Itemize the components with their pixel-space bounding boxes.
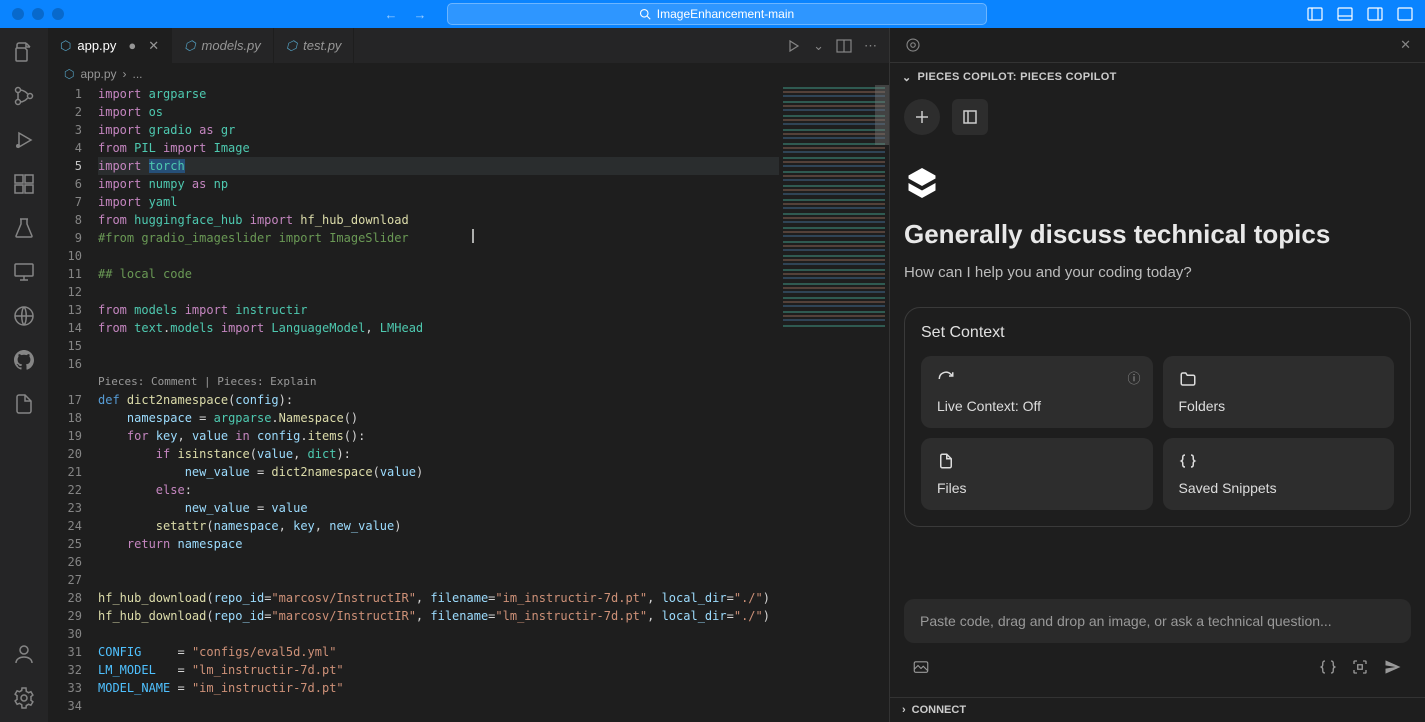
set-context-card: Set Context ⓘ Live Context: Off Folders … (904, 307, 1411, 527)
folder-icon (1179, 370, 1197, 388)
copilot-panel: ✕ ⌄ PIECES COPILOT: PIECES COPILOT Gener… (889, 28, 1425, 722)
context-title: Set Context (921, 324, 1394, 342)
editor-tabs: ⬡ app.py ● ✕ ⬡ models.py ⬡ test.py ⌄ ⋯ (48, 28, 889, 63)
tile-label: Saved Snippets (1179, 480, 1379, 496)
folders-tile[interactable]: Folders (1163, 356, 1395, 428)
chat-image-icon[interactable] (912, 658, 930, 676)
text-cursor-icon (472, 229, 474, 243)
run-button-icon[interactable] (785, 38, 801, 54)
tab-label: test.py (303, 38, 341, 53)
panel-icon (962, 109, 978, 125)
search-icon (639, 8, 651, 20)
input-placeholder: Paste code, drag and drop an image, or a… (920, 613, 1332, 629)
python-file-icon: ⬡ (60, 38, 71, 54)
pieces-tab-icon[interactable] (904, 36, 922, 54)
code-brackets-icon[interactable] (1319, 658, 1337, 676)
nav-back-button[interactable]: ← (385, 7, 398, 22)
info-icon[interactable]: ⓘ (1127, 368, 1140, 387)
command-center-search[interactable]: ImageEnhancement-main (447, 3, 987, 25)
files-tile[interactable]: Files (921, 438, 1153, 510)
breadcrumb[interactable]: ⬡ app.py › ... (48, 63, 889, 85)
split-editor-icon[interactable] (836, 38, 852, 54)
nav-forward-button[interactable]: → (414, 7, 427, 22)
chevron-right-icon: › (902, 704, 906, 716)
accounts-icon[interactable] (12, 642, 36, 666)
tab-app-py[interactable]: ⬡ app.py ● ✕ (48, 28, 172, 63)
search-text: ImageEnhancement-main (657, 7, 794, 21)
section-title: PIECES COPILOT: PIECES COPILOT (918, 71, 1117, 83)
run-debug-icon[interactable] (12, 128, 36, 152)
settings-gear-icon[interactable] (12, 686, 36, 710)
python-file-icon: ⬡ (64, 67, 74, 81)
tab-label: app.py (77, 38, 116, 53)
code-content[interactable]: import argparseimport osimport gradio as… (98, 85, 779, 722)
chevron-down-icon: ⌄ (902, 71, 912, 84)
close-window-button[interactable] (12, 8, 24, 20)
layout-primary-sidebar-icon[interactable] (1307, 6, 1323, 22)
panel-layout-button[interactable] (952, 99, 988, 135)
pieces-logo-icon (904, 165, 1411, 201)
copilot-heading: Generally discuss technical topics (904, 219, 1411, 250)
tile-label: Live Context: Off (937, 398, 1137, 414)
source-control-icon[interactable] (12, 84, 36, 108)
customize-layout-icon[interactable] (1397, 6, 1413, 22)
snippets-tile[interactable]: Saved Snippets (1163, 438, 1395, 510)
layout-panel-icon[interactable] (1337, 6, 1353, 22)
extensions-icon[interactable] (12, 172, 36, 196)
refresh-icon (937, 370, 955, 388)
window-controls (12, 8, 64, 20)
python-file-icon: ⬡ (184, 38, 195, 54)
editor-area: ⬡ app.py ● ✕ ⬡ models.py ⬡ test.py ⌄ ⋯ ⬡ (48, 28, 889, 722)
copilot-input[interactable]: Paste code, drag and drop an image, or a… (904, 599, 1411, 643)
breadcrumb-separator: › (123, 67, 127, 81)
tile-label: Files (937, 480, 1137, 496)
file-icon (937, 452, 955, 470)
code-editor[interactable]: 1234567891011121314151617181920212223242… (48, 85, 889, 722)
copilot-section-header[interactable]: ⌄ PIECES COPILOT: PIECES COPILOT (890, 63, 1425, 91)
breadcrumb-file: app.py (80, 67, 116, 81)
copilot-subheading: How can I help you and your coding today… (904, 264, 1411, 281)
connect-label: CONNECT (912, 704, 966, 716)
github-icon[interactable] (12, 348, 36, 372)
scan-icon[interactable] (1351, 658, 1369, 676)
layout-secondary-sidebar-icon[interactable] (1367, 6, 1383, 22)
activity-bar (0, 28, 48, 722)
send-button-icon[interactable] (1383, 657, 1403, 677)
close-panel-icon[interactable]: ✕ (1400, 37, 1411, 53)
files-activity-icon[interactable] (12, 392, 36, 416)
title-bar: ← → ImageEnhancement-main (0, 0, 1425, 28)
live-context-tile[interactable]: ⓘ Live Context: Off (921, 356, 1153, 428)
pieces-icon[interactable] (12, 304, 36, 328)
remote-explorer-icon[interactable] (12, 260, 36, 284)
tab-test-py[interactable]: ⬡ test.py (274, 28, 355, 63)
minimize-window-button[interactable] (32, 8, 44, 20)
testing-icon[interactable] (12, 216, 36, 240)
minimap[interactable] (779, 85, 889, 722)
zoom-window-button[interactable] (52, 8, 64, 20)
run-dropdown-icon[interactable]: ⌄ (813, 38, 824, 54)
more-actions-icon[interactable]: ⋯ (864, 38, 877, 54)
python-file-icon: ⬡ (286, 38, 297, 54)
connect-section-header[interactable]: › CONNECT (890, 697, 1425, 722)
explorer-icon[interactable] (12, 40, 36, 64)
tile-label: Folders (1179, 398, 1379, 414)
new-chat-button[interactable] (904, 99, 940, 135)
code-brackets-icon (1179, 452, 1197, 470)
close-tab-icon[interactable]: ✕ (148, 38, 159, 54)
breadcrumb-more: ... (133, 67, 143, 81)
tab-dirty-indicator[interactable]: ● (128, 38, 136, 53)
tab-label: models.py (202, 38, 261, 53)
line-number-gutter: 1234567891011121314151617181920212223242… (48, 85, 98, 722)
minimap-scrollbar[interactable] (875, 85, 889, 145)
tab-models-py[interactable]: ⬡ models.py (172, 28, 274, 63)
plus-icon (914, 109, 930, 125)
